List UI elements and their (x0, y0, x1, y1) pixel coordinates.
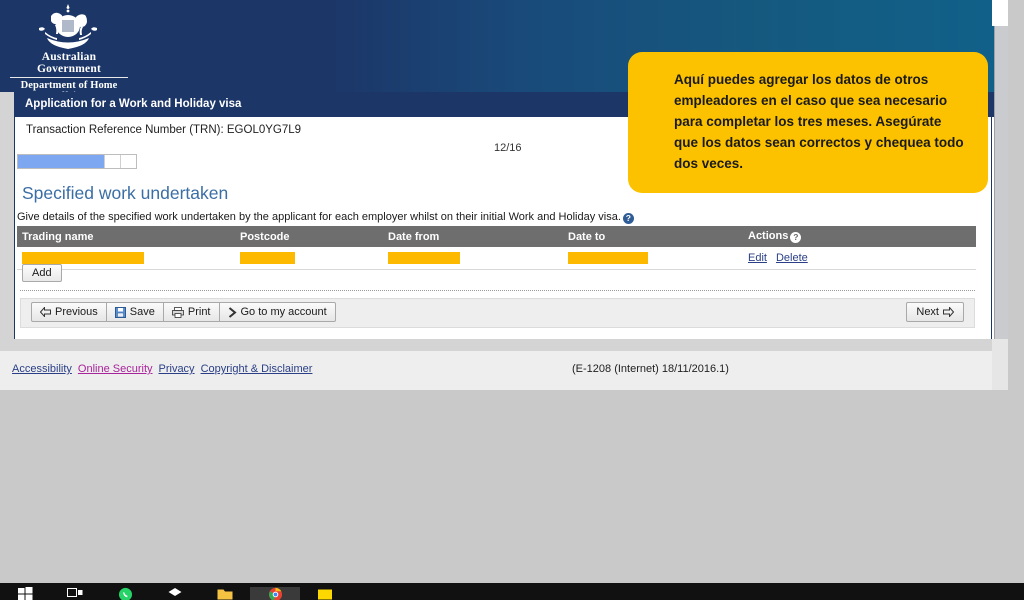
crest-line-1: Australian Government (10, 51, 128, 78)
commonwealth-coat-of-arms-icon (39, 4, 97, 49)
sticky-notes-icon (318, 589, 332, 600)
cell-postcode (235, 247, 383, 270)
redaction-block (22, 251, 144, 264)
column-header-actions-label: Actions (748, 230, 789, 242)
chrome-icon (268, 587, 282, 600)
progress-bar (17, 154, 137, 169)
column-header-actions[interactable]: Actions? (743, 226, 976, 247)
print-button[interactable]: Print (164, 303, 220, 321)
save-button-label: Save (129, 306, 155, 318)
taskbar-item-dropbox[interactable] (150, 587, 200, 600)
taskbar-item-file-explorer[interactable] (200, 587, 250, 600)
add-button[interactable]: Add (22, 264, 62, 282)
page-grey-band (0, 339, 1008, 351)
page-counter: 12/16 (494, 142, 522, 154)
save-button[interactable]: Save (107, 303, 164, 321)
footer-version: (E-1208 (Internet) 18/11/2016.1) (572, 363, 729, 375)
previous-button[interactable]: Previous (32, 303, 107, 321)
windows-start-icon (17, 587, 32, 600)
taskbar-item-whatsapp[interactable] (100, 587, 150, 600)
go-to-my-account-label: Go to my account (240, 306, 327, 318)
left-arrow-icon (40, 307, 51, 317)
delete-link[interactable]: Delete (776, 252, 808, 264)
column-header-date-to[interactable]: Date to (563, 226, 743, 247)
footer-link-accessibility[interactable]: Accessibility (12, 363, 72, 375)
specified-work-table: Trading name Postcode Date from Date to … (17, 226, 976, 270)
print-button-label: Print (187, 306, 211, 318)
cell-date-to (563, 247, 743, 270)
navigation-button-group: Previous Save Print Go to my account (31, 302, 336, 322)
scrollbar[interactable] (992, 0, 1008, 390)
table-header-row: Trading name Postcode Date from Date to … (17, 226, 976, 247)
table-row: Edit Delete (17, 247, 976, 270)
cell-actions: Edit Delete (743, 247, 976, 270)
progress-bar-segment (120, 155, 136, 168)
taskbar-item-sticky-notes[interactable] (300, 587, 350, 600)
cell-date-from (383, 247, 563, 270)
column-header-postcode[interactable]: Postcode (235, 226, 383, 247)
taskbar-item-windows-start[interactable] (0, 587, 50, 600)
previous-button-label: Previous (55, 306, 98, 318)
desktop-background (0, 390, 1024, 583)
edit-link[interactable]: Edit (748, 252, 767, 264)
section-description: Give details of the specified work under… (17, 211, 634, 224)
taskbar-item-chrome[interactable] (250, 587, 300, 600)
next-button[interactable]: Next (906, 302, 964, 322)
instruction-callout-text: Aquí puedes agregar los datos de otros e… (674, 72, 964, 171)
task-view-icon (67, 588, 83, 597)
windows-taskbar (0, 583, 1024, 600)
footer-link-copyright-disclaimer[interactable]: Copyright & Disclaimer (201, 363, 313, 375)
right-arrow-icon (943, 307, 954, 317)
column-header-date-from[interactable]: Date from (383, 226, 563, 247)
printer-icon (171, 306, 184, 318)
taskbar-item-task-view[interactable] (50, 587, 100, 600)
navigation-button-strip: Previous Save Print Go to my account Nex… (20, 298, 975, 328)
actions-help-icon[interactable]: ? (790, 232, 802, 243)
separator (20, 290, 975, 291)
instruction-callout: Aquí puedes agregar los datos de otros e… (628, 52, 988, 193)
progress-bar-fill (18, 155, 105, 168)
right-chevron-icon (228, 306, 237, 318)
progress-bar-segment (104, 155, 120, 168)
footer-link-online-security[interactable]: Online Security (78, 363, 153, 375)
scrollbar-thumb[interactable] (994, 26, 1008, 339)
scrollbar-track-bottom (992, 339, 1008, 390)
dropbox-icon (168, 588, 182, 596)
redaction-block (388, 251, 460, 264)
go-to-my-account-button[interactable]: Go to my account (220, 303, 335, 321)
screen-root: Australian Government Department of Home… (0, 0, 1024, 600)
section-heading: Specified work undertaken (22, 183, 229, 203)
redaction-block (240, 251, 295, 264)
next-button-label: Next (916, 306, 939, 318)
section-description-text: Give details of the specified work under… (17, 211, 621, 223)
floppy-disk-icon (114, 306, 126, 318)
footer-link-privacy[interactable]: Privacy (159, 363, 195, 375)
footer-links: Accessibility Online Security Privacy Copyr… (12, 363, 318, 375)
government-crest: Australian Government Department of Home… (10, 2, 128, 102)
file-explorer-icon (217, 589, 233, 600)
page-footer: Accessibility Online Security Privacy Copyr… (0, 351, 1008, 390)
help-icon[interactable]: ? (622, 213, 634, 224)
column-header-trading-name[interactable]: Trading name (17, 226, 235, 247)
redaction-block (568, 251, 648, 264)
whatsapp-icon (118, 587, 132, 600)
